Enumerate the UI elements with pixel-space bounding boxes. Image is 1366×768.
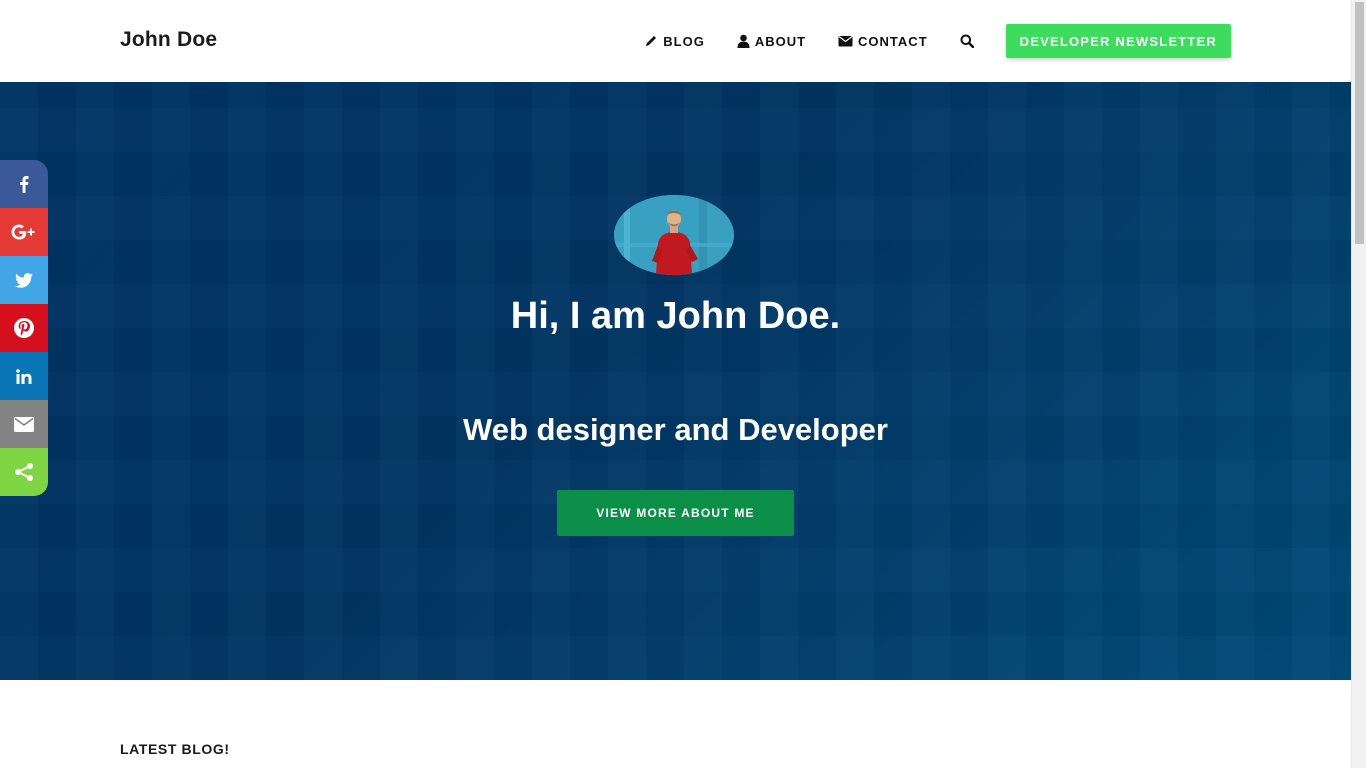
scrollbar-thumb[interactable]	[1355, 2, 1364, 244]
hero-section: Hi, I am John Doe. Web designer and Deve…	[0, 82, 1351, 680]
avatar-photo	[614, 195, 734, 275]
avatar	[614, 195, 734, 275]
share-pinterest-button[interactable]	[0, 304, 48, 352]
envelope-icon	[838, 36, 853, 47]
share-google-plus-button[interactable]	[0, 208, 48, 256]
facebook-icon	[20, 176, 29, 193]
nav-item-blog[interactable]: BLOG	[644, 34, 705, 49]
share-facebook-button[interactable]	[0, 160, 48, 208]
share-more-button[interactable]	[0, 448, 48, 496]
share-icon	[15, 463, 33, 481]
social-share-bar	[0, 160, 48, 496]
email-icon	[14, 416, 34, 432]
nav-item-contact[interactable]: CONTACT	[838, 34, 928, 49]
page-scrollbar[interactable]	[1351, 0, 1366, 768]
share-twitter-button[interactable]	[0, 256, 48, 304]
pencil-icon	[646, 36, 657, 46]
search-icon	[960, 34, 974, 48]
share-email-button[interactable]	[0, 400, 48, 448]
search-button[interactable]	[960, 34, 974, 48]
main-nav: BLOG ABOUT CONTACT DEVELOPER NEWSLETTER	[644, 24, 1231, 58]
linkedin-icon	[16, 368, 32, 384]
view-more-about-me-button[interactable]: VIEW MORE ABOUT ME	[557, 490, 794, 536]
developer-newsletter-button[interactable]: DEVELOPER NEWSLETTER	[1005, 24, 1231, 58]
latest-blog-heading: LATEST BLOG!	[120, 741, 230, 757]
share-linkedin-button[interactable]	[0, 352, 48, 400]
site-header: John Doe BLOG ABOUT CONTACT DEVELOPER NE…	[0, 0, 1351, 82]
nav-item-about[interactable]: ABOUT	[737, 34, 806, 49]
nav-item-label: CONTACT	[858, 33, 928, 49]
google-plus-icon	[11, 224, 35, 240]
nav-item-label: BLOG	[663, 33, 705, 49]
hero-subtitle: Web designer and Developer	[463, 412, 888, 447]
brand-logo-text[interactable]: John Doe	[120, 28, 217, 52]
user-icon	[737, 34, 750, 48]
twitter-icon	[15, 272, 33, 288]
pinterest-icon	[14, 318, 34, 338]
hero-title: Hi, I am John Doe.	[510, 295, 841, 337]
nav-item-label: ABOUT	[754, 33, 807, 49]
